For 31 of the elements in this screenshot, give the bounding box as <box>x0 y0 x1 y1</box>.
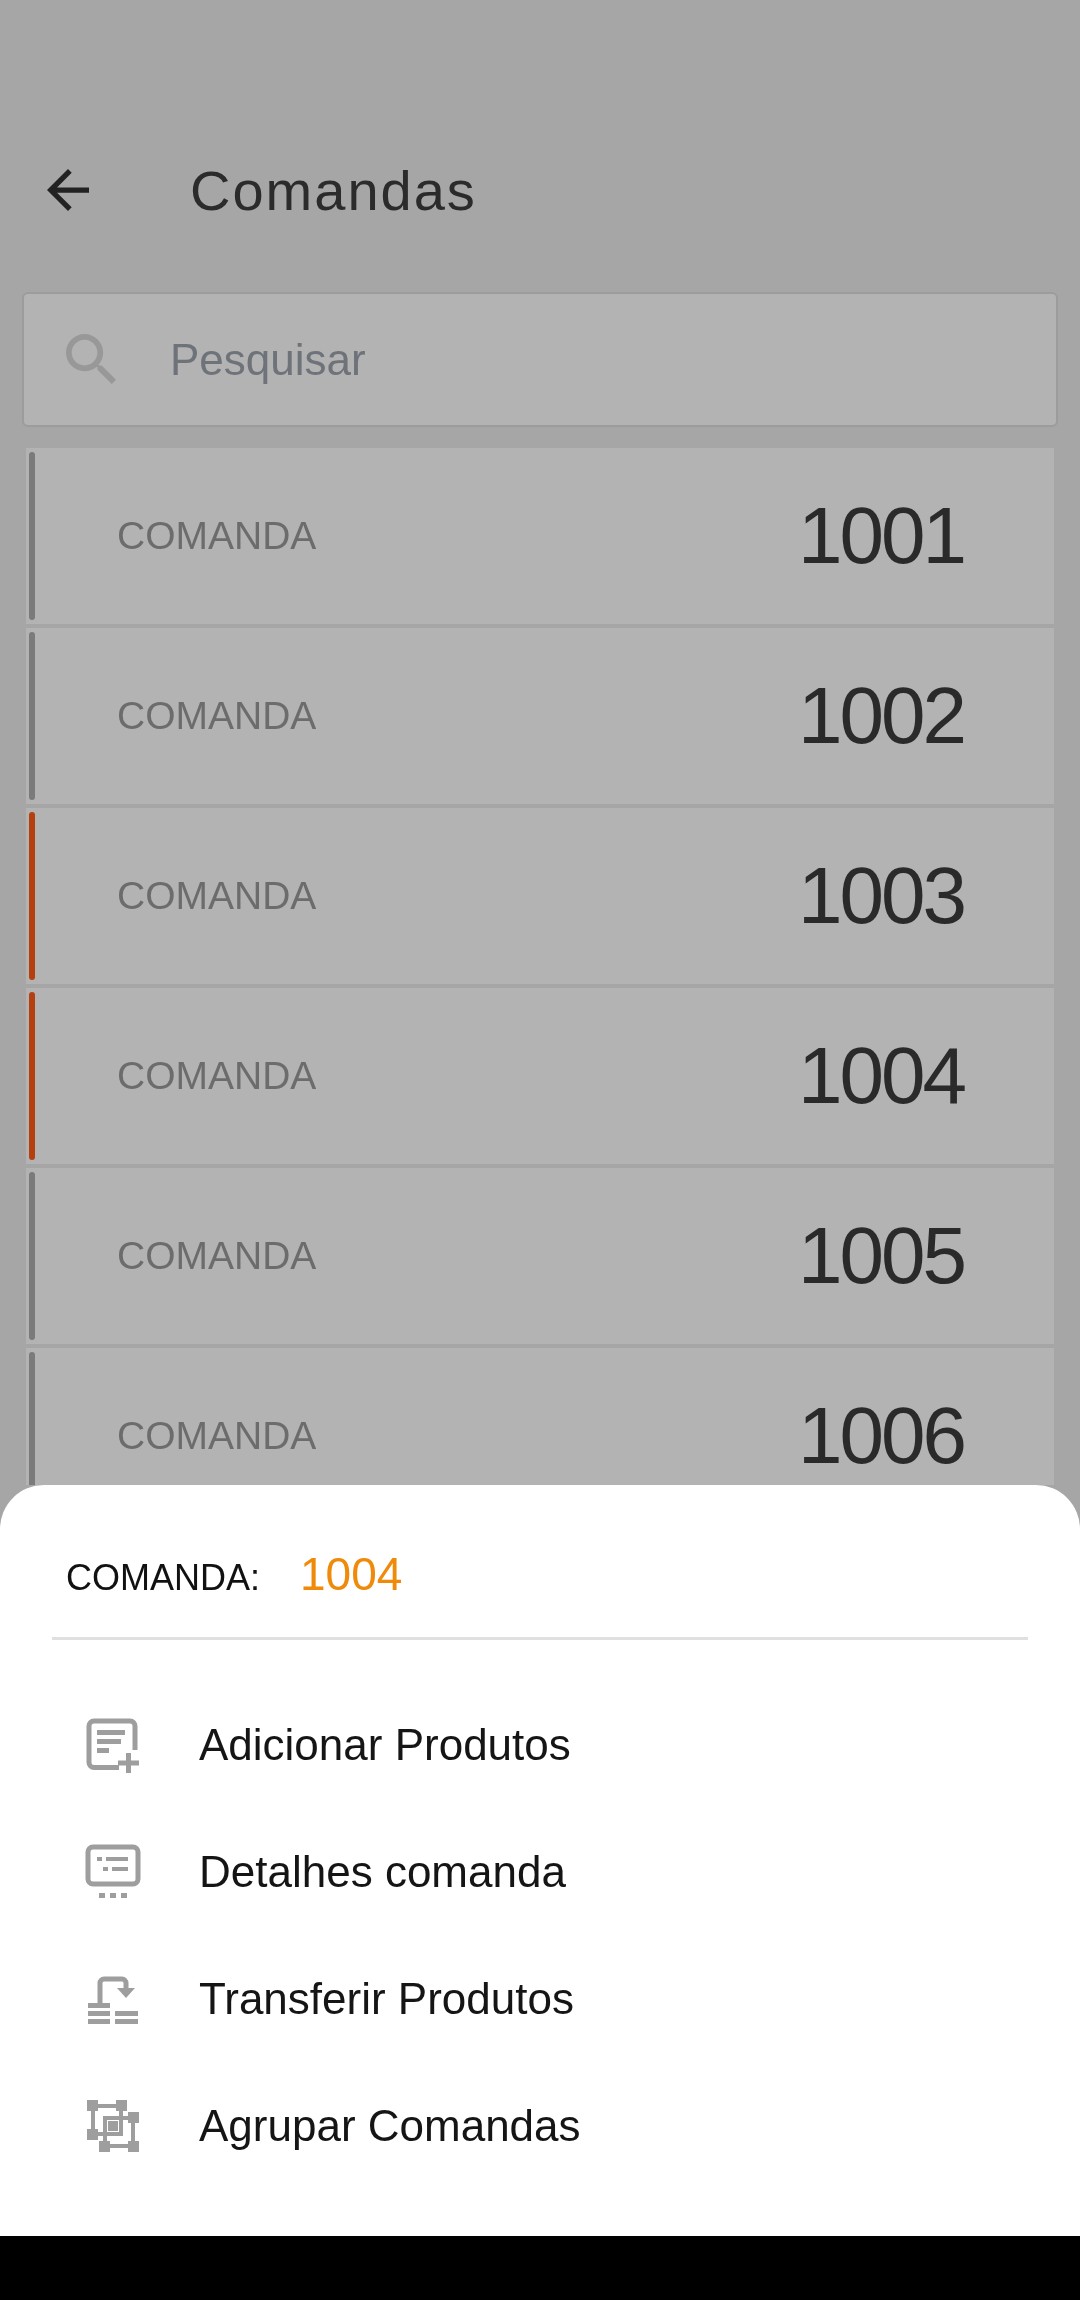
comanda-label: COMANDA <box>117 1054 317 1098</box>
comanda-number: 1006 <box>798 1396 964 1476</box>
note-plus-icon <box>85 1716 141 1773</box>
search-field[interactable]: Pesquisar <box>22 292 1058 427</box>
comanda-number: 1004 <box>798 1036 964 1116</box>
comanda-row[interactable]: COMANDA 1005 <box>26 1168 1054 1344</box>
comanda-label: COMANDA <box>117 1234 317 1278</box>
comanda-number: 1003 <box>798 856 964 936</box>
back-arrow-icon <box>47 169 89 211</box>
comanda-label: COMANDA <box>117 874 317 918</box>
search-icon <box>66 334 116 384</box>
comanda-row[interactable]: COMANDA 1002 <box>26 628 1054 804</box>
comanda-label: COMANDA <box>117 694 317 738</box>
comanda-number: 1002 <box>798 676 964 756</box>
monitor-list-icon <box>85 1843 141 1900</box>
menu-item[interactable]: Detalhes comanda <box>0 1808 1080 1935</box>
overlapping-squares-icon <box>85 2097 141 2154</box>
comanda-number: 1001 <box>798 496 964 576</box>
menu-item[interactable]: Agrupar Comandas <box>0 2062 1080 2189</box>
sheet-label: COMANDA: <box>66 1557 260 1599</box>
screen-title: Comandas <box>190 157 477 223</box>
comanda-row[interactable]: COMANDA 1004 <box>26 988 1054 1164</box>
comanda-label: COMANDA <box>117 514 317 558</box>
comanda-row[interactable]: COMANDA 1003 <box>26 808 1054 984</box>
comanda-label: COMANDA <box>117 1414 317 1458</box>
menu-item[interactable]: Adicionar Produtos <box>0 1681 1080 1808</box>
comanda-number: 1005 <box>798 1216 964 1296</box>
sheet-value: 1004 <box>300 1547 403 1601</box>
comanda-row[interactable]: COMANDA 1006 <box>26 1348 1054 1485</box>
comanda-row[interactable]: COMANDA 1001 <box>26 448 1054 624</box>
menu-item[interactable]: Transferir Produtos <box>0 1935 1080 2062</box>
